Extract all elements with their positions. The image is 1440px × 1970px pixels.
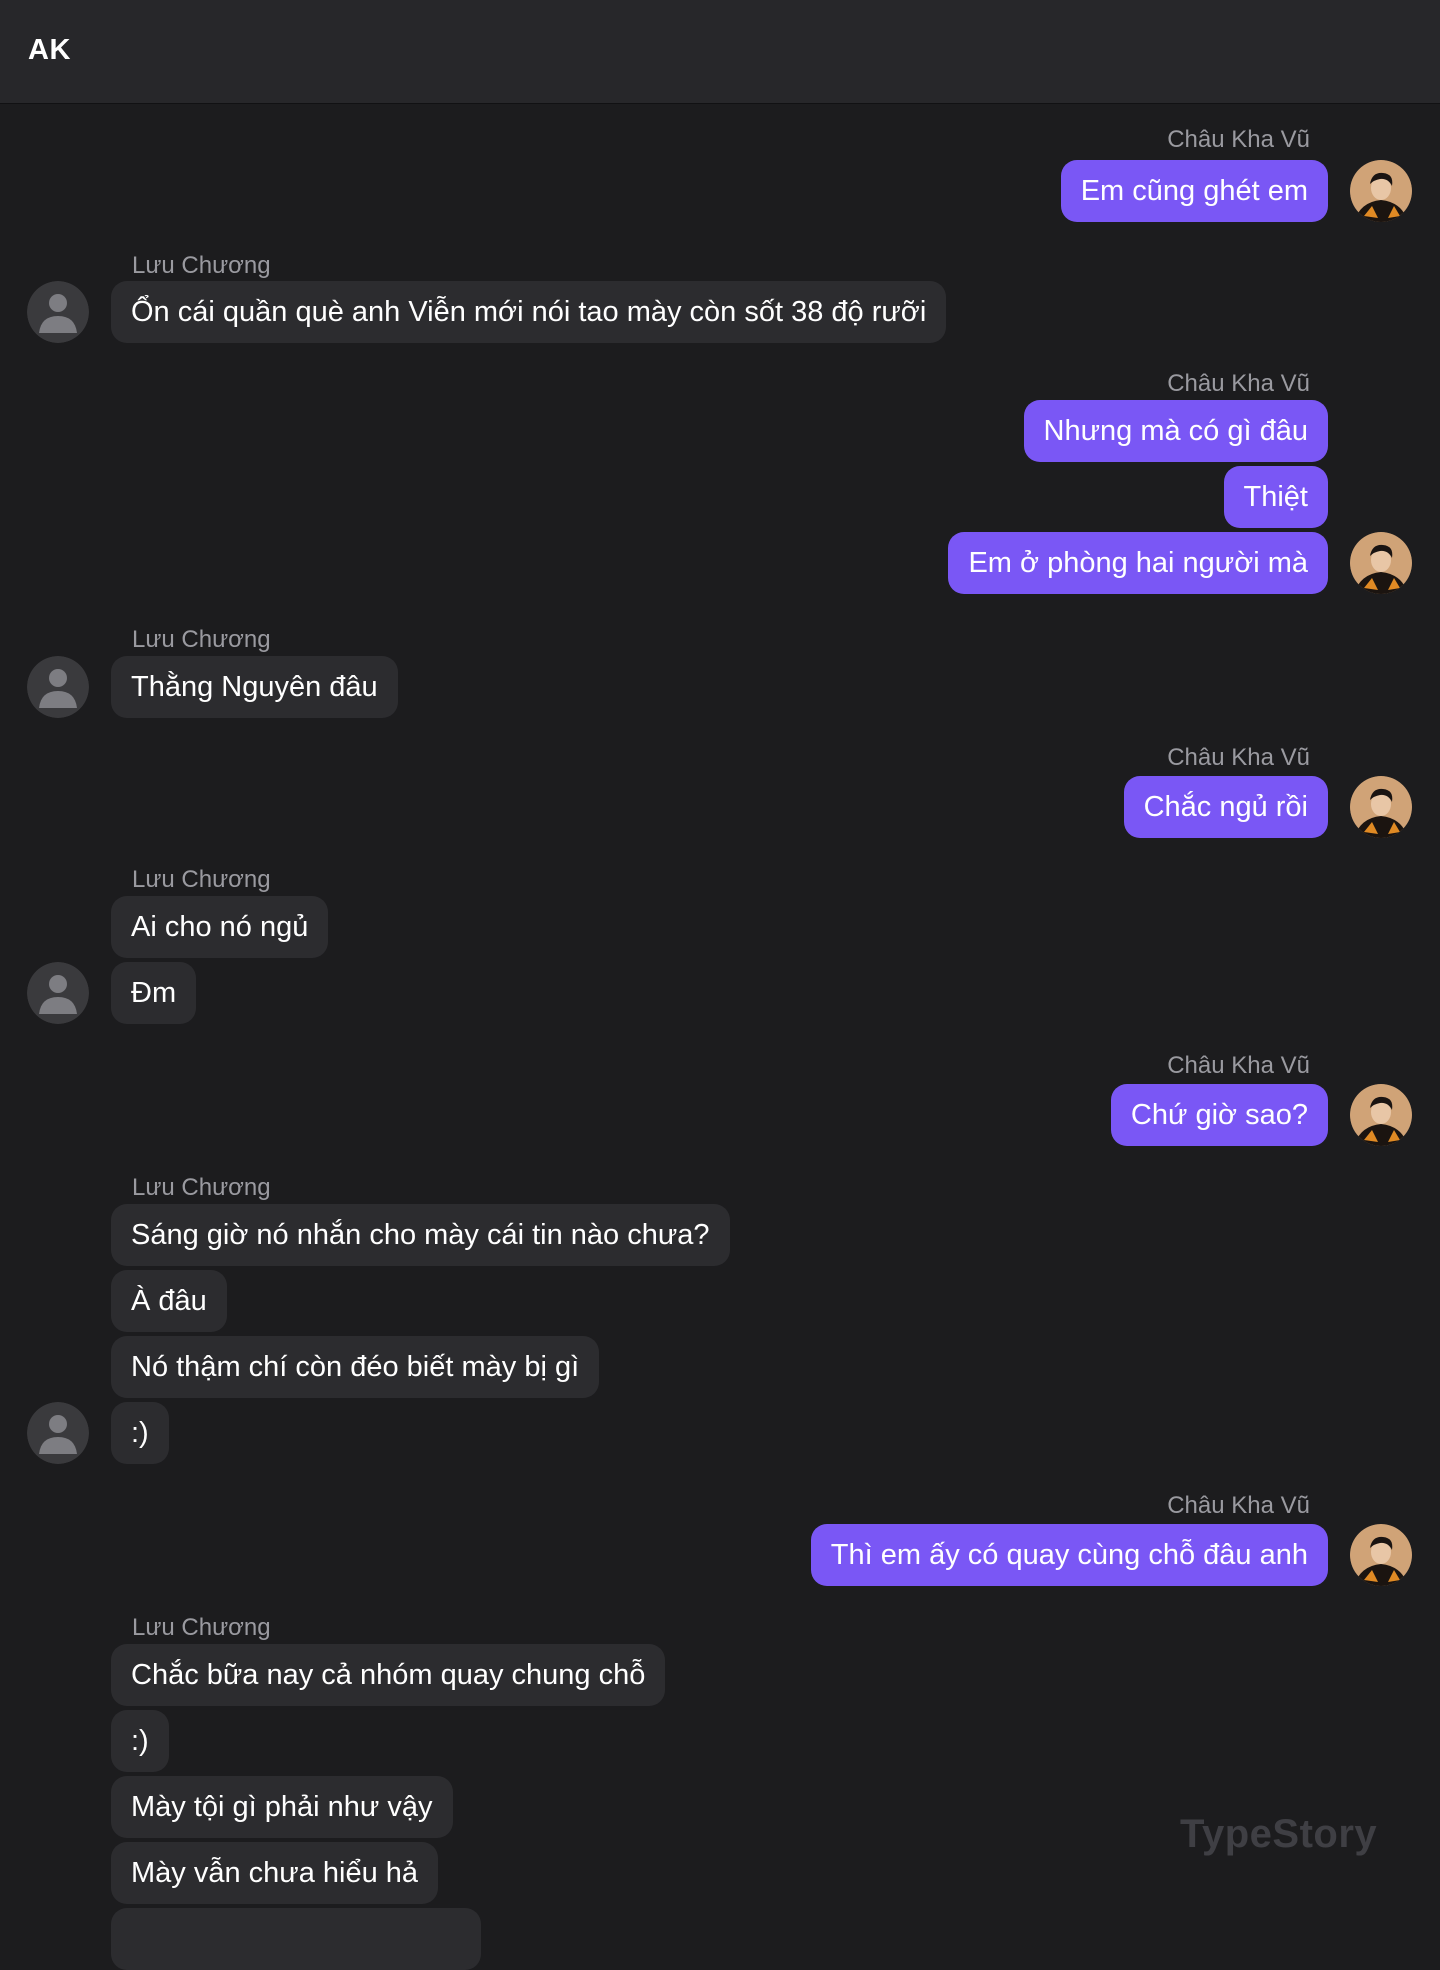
chat-title: AK [28,34,71,66]
sender-name: Châu Kha Vũ [1167,744,1310,771]
message-bubble[interactable]: Em ở phòng hai người mà [948,532,1328,594]
message-bubble[interactable]: Ai cho nó ngủ [111,896,329,958]
message-bubble[interactable]: :) [111,1710,169,1772]
user-avatar[interactable] [1350,532,1412,594]
message-thread[interactable]: Châu Kha Vũ Em cũng ghét em Lưu Chương Ổ… [0,104,1440,1970]
message-bubble[interactable]: Thằng Nguyên đâu [111,656,398,718]
user-avatar[interactable] [1350,1524,1412,1586]
message-bubble[interactable]: Đm [111,962,197,1024]
message-bubble[interactable]: Nhưng mà có gì đâu [1023,400,1328,462]
sender-name: Lưu Chương [132,866,271,893]
message-bubble[interactable]: Chắc bữa nay cả nhóm quay chung chỗ [111,1644,666,1706]
default-avatar[interactable] [27,281,89,343]
user-avatar[interactable] [1350,1084,1412,1146]
chat-header: AK [0,0,1440,104]
user-avatar[interactable] [1350,776,1412,838]
typestory-watermark: TypeStory [1180,1812,1378,1856]
message-bubble[interactable]: Em cũng ghét em [1060,160,1328,222]
message-bubble[interactable]: Mày tội gì phải như vậy [111,1776,453,1838]
message-bubble[interactable]: Nó thậm chí còn đéo biết mày bị gì [111,1336,600,1398]
sender-name: Châu Kha Vũ [1167,1052,1310,1079]
message-bubble[interactable]: Sáng giờ nó nhắn cho mày cái tin nào chư… [111,1204,730,1266]
default-avatar[interactable] [27,1402,89,1464]
sender-name: Lưu Chương [132,1614,271,1641]
user-avatar[interactable] [1350,160,1412,222]
message-bubble[interactable]: Chắc ngủ rồi [1123,776,1328,838]
message-bubble[interactable]: Thiệt [1223,466,1328,528]
message-bubble[interactable]: À đâu [111,1270,227,1332]
message-bubble-partial[interactable] [111,1908,481,1970]
sender-name: Châu Kha Vũ [1167,126,1310,153]
message-bubble[interactable]: Mày vẫn chưa hiểu hả [111,1842,439,1904]
sender-name: Lưu Chương [132,626,271,653]
sender-name: Châu Kha Vũ [1167,1492,1310,1519]
sender-name: Lưu Chương [132,252,271,279]
message-bubble[interactable]: Thì em ấy có quay cùng chỗ đâu anh [810,1524,1328,1586]
default-avatar[interactable] [27,962,89,1024]
message-bubble[interactable]: Chứ giờ sao? [1110,1084,1328,1146]
message-bubble[interactable]: :) [111,1402,169,1464]
default-avatar[interactable] [27,656,89,718]
message-bubble[interactable]: Ổn cái quần què anh Viễn mới nói tao mày… [111,281,947,343]
sender-name: Lưu Chương [132,1174,271,1201]
sender-name: Châu Kha Vũ [1167,370,1310,397]
